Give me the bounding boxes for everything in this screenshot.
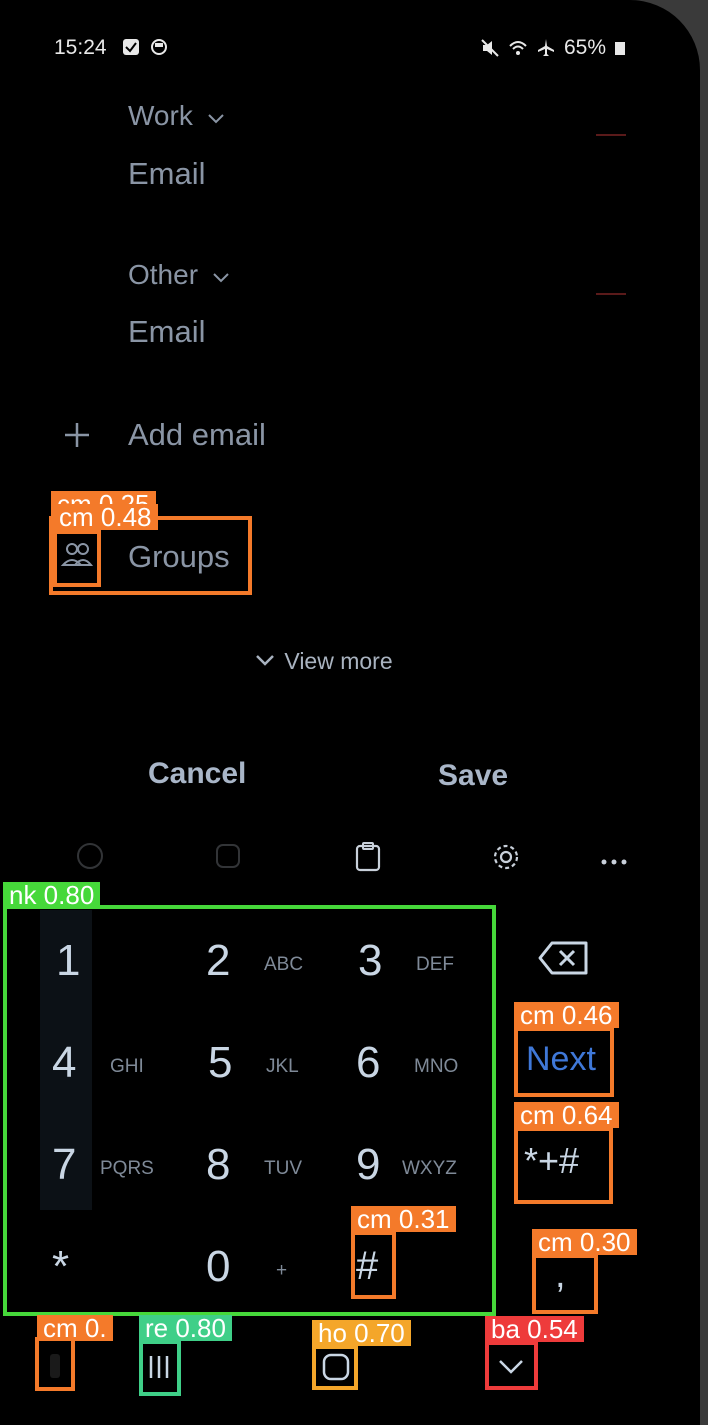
other-email-field[interactable]: Email	[128, 314, 206, 350]
detection-box-symbols	[514, 1127, 613, 1204]
detection-box-next	[514, 1027, 614, 1097]
app-status-icon	[150, 38, 168, 61]
backspace-icon	[538, 941, 588, 975]
plus-icon	[62, 420, 92, 455]
detection-label: cm 0.	[37, 1315, 113, 1341]
detection-box-back	[485, 1341, 538, 1390]
gear-icon[interactable]	[491, 842, 521, 877]
view-more-button[interactable]: View more	[254, 648, 393, 675]
detection-label: cm 0.31	[351, 1206, 456, 1232]
more-options-icon[interactable]	[600, 853, 628, 871]
other-label: Other	[128, 259, 199, 290]
work-email-field[interactable]: Email	[128, 156, 206, 192]
work-type-selector[interactable]: Work	[128, 100, 225, 132]
battery-icon	[615, 42, 626, 55]
calendar-icon	[122, 38, 140, 61]
battery-percent: 65%	[564, 36, 607, 59]
detection-label: cm 0.48	[53, 504, 158, 530]
detection-label: re 0.80	[139, 1315, 232, 1341]
clipboard-icon[interactable]	[354, 842, 382, 877]
detection-box-comma	[532, 1254, 598, 1314]
airplane-icon	[538, 39, 554, 56]
chevron-down-icon	[207, 114, 224, 124]
detection-label: ba 0.54	[485, 1316, 584, 1342]
status-time: 15:24	[54, 36, 107, 59]
detection-label: nk 0.80	[3, 882, 101, 908]
chevron-down-icon	[256, 655, 274, 666]
save-button[interactable]: Save	[438, 759, 508, 793]
detection-box-home	[312, 1345, 358, 1390]
detection-label: cm 0.30	[532, 1229, 637, 1255]
detection-box-nav-left	[35, 1337, 75, 1391]
detection-box-keypad	[3, 905, 496, 1316]
detection-label: cm 0.46	[514, 1002, 619, 1028]
other-type-selector[interactable]: Other	[128, 259, 230, 291]
backspace-key[interactable]	[538, 940, 590, 981]
emoji-icon[interactable]	[76, 842, 104, 875]
detection-box-groups-icon	[53, 530, 101, 587]
cancel-button[interactable]: Cancel	[148, 757, 246, 791]
status-icons: 65%	[480, 36, 626, 60]
chevron-down-icon	[213, 273, 229, 283]
detection-box-hash	[351, 1231, 396, 1299]
view-more-label: View more	[284, 648, 393, 674]
detection-label: cm 0.64	[514, 1102, 619, 1128]
add-email-button[interactable]: Add email	[128, 417, 266, 453]
field-error-mark	[596, 134, 626, 136]
work-label: Work	[128, 100, 193, 131]
mute-icon	[481, 39, 499, 57]
detection-box-recents	[139, 1340, 181, 1396]
translate-icon[interactable]	[214, 842, 242, 875]
detection-label: ho 0.70	[312, 1320, 411, 1346]
field-error-mark	[596, 293, 626, 295]
wifi-icon	[509, 41, 527, 55]
